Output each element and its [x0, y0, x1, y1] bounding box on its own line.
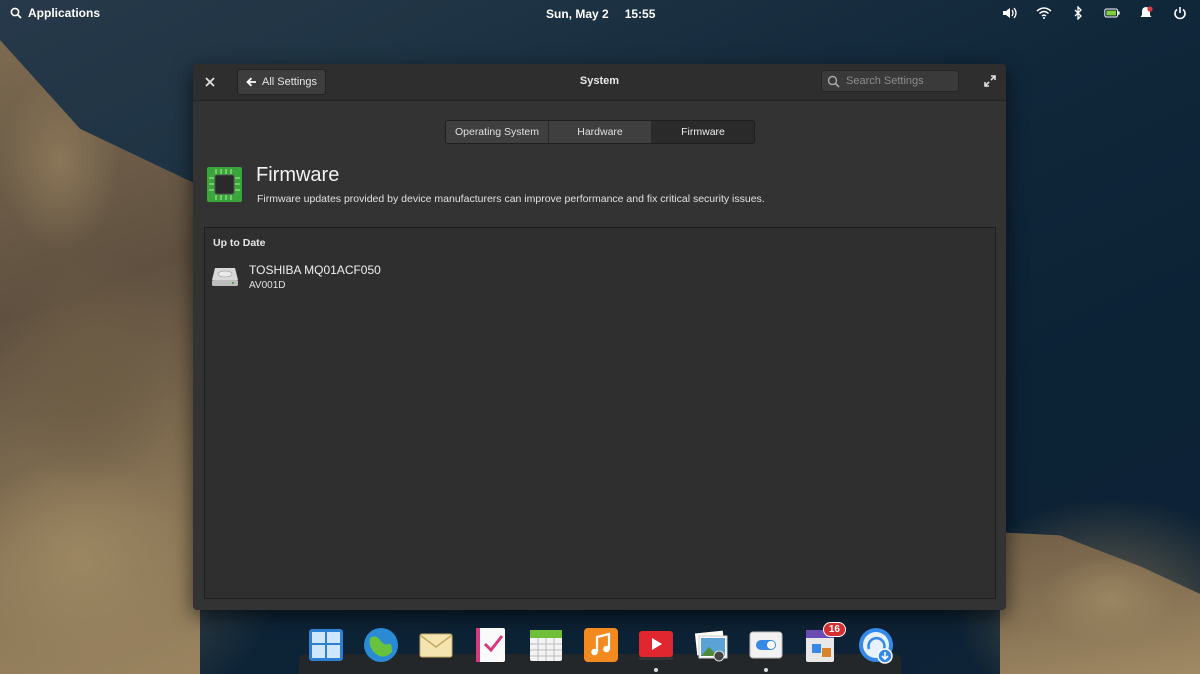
volume-icon[interactable]	[1002, 5, 1018, 21]
page-title: Firmware	[256, 164, 340, 186]
appcenter-icon[interactable]: 16	[802, 622, 846, 664]
tab-operating-system[interactable]: Operating System	[446, 121, 549, 143]
calendar-icon[interactable]	[527, 626, 565, 664]
all-settings-button[interactable]: All Settings	[237, 69, 327, 95]
page-description: Firmware updates provided by device manu…	[257, 193, 765, 205]
battery-icon[interactable]	[1104, 5, 1120, 21]
music-icon[interactable]	[582, 626, 620, 664]
firmware-chip-icon	[207, 167, 242, 202]
search-field[interactable]	[821, 70, 959, 92]
running-indicator	[654, 668, 658, 672]
time-label: 15:55	[624, 7, 656, 21]
top-panel: Applications Sun, May 2 15:55	[0, 0, 1200, 26]
applications-menu[interactable]: Applications	[10, 6, 100, 20]
search-icon	[10, 7, 22, 19]
running-indicator	[764, 668, 768, 672]
maximize-button[interactable]	[983, 74, 997, 88]
close-button[interactable]	[203, 75, 217, 89]
view-switcher: Operating System Hardware Firmware	[445, 120, 755, 144]
web-browser-icon[interactable]	[362, 626, 400, 664]
power-icon[interactable]	[1172, 5, 1188, 21]
tab-firmware[interactable]: Firmware	[652, 121, 754, 143]
wifi-icon[interactable]	[1036, 5, 1052, 21]
section-header-up-to-date: Up to Date	[213, 237, 266, 249]
tasks-icon[interactable]	[472, 626, 510, 664]
indicator-area	[1002, 5, 1188, 21]
maximize-icon	[984, 75, 996, 87]
list-item[interactable]: TOSHIBA MQ01ACF050 AV001D	[205, 256, 995, 298]
clock[interactable]: Sun, May 2 15:55	[546, 7, 655, 21]
date-label: Sun, May 2	[546, 7, 609, 21]
videos-icon[interactable]	[637, 626, 675, 672]
close-icon	[205, 77, 215, 87]
all-settings-label: All Settings	[262, 76, 318, 88]
wallpaper-land-right	[1000, 532, 1200, 674]
appcenter-badge: 16	[822, 622, 846, 637]
device-name: TOSHIBA MQ01ACF050	[249, 263, 381, 277]
bluetooth-icon[interactable]	[1070, 5, 1086, 21]
firmware-list: Up to Date TOSHIBA MQ01ACF050 AV001D	[204, 227, 996, 599]
applications-label: Applications	[28, 6, 101, 20]
tab-hardware[interactable]: Hardware	[549, 121, 652, 143]
system-settings-window: All Settings System Operating System Har…	[193, 64, 1006, 610]
mail-icon[interactable]	[417, 626, 455, 664]
photos-icon[interactable]	[692, 626, 730, 664]
hard-disk-icon	[212, 268, 238, 286]
device-version: AV001D	[249, 280, 286, 291]
notifications-icon[interactable]	[1138, 5, 1154, 21]
multitasking-view-icon[interactable]	[307, 626, 345, 664]
system-settings-icon[interactable]	[747, 626, 785, 672]
wallpaper-land-left	[0, 40, 200, 674]
dock-items: 16	[307, 622, 895, 672]
updates-icon[interactable]	[857, 626, 895, 664]
search-icon	[827, 75, 840, 88]
arrow-left-icon	[246, 77, 256, 87]
titlebar: All Settings System	[193, 64, 1006, 101]
search-input[interactable]	[844, 74, 958, 88]
